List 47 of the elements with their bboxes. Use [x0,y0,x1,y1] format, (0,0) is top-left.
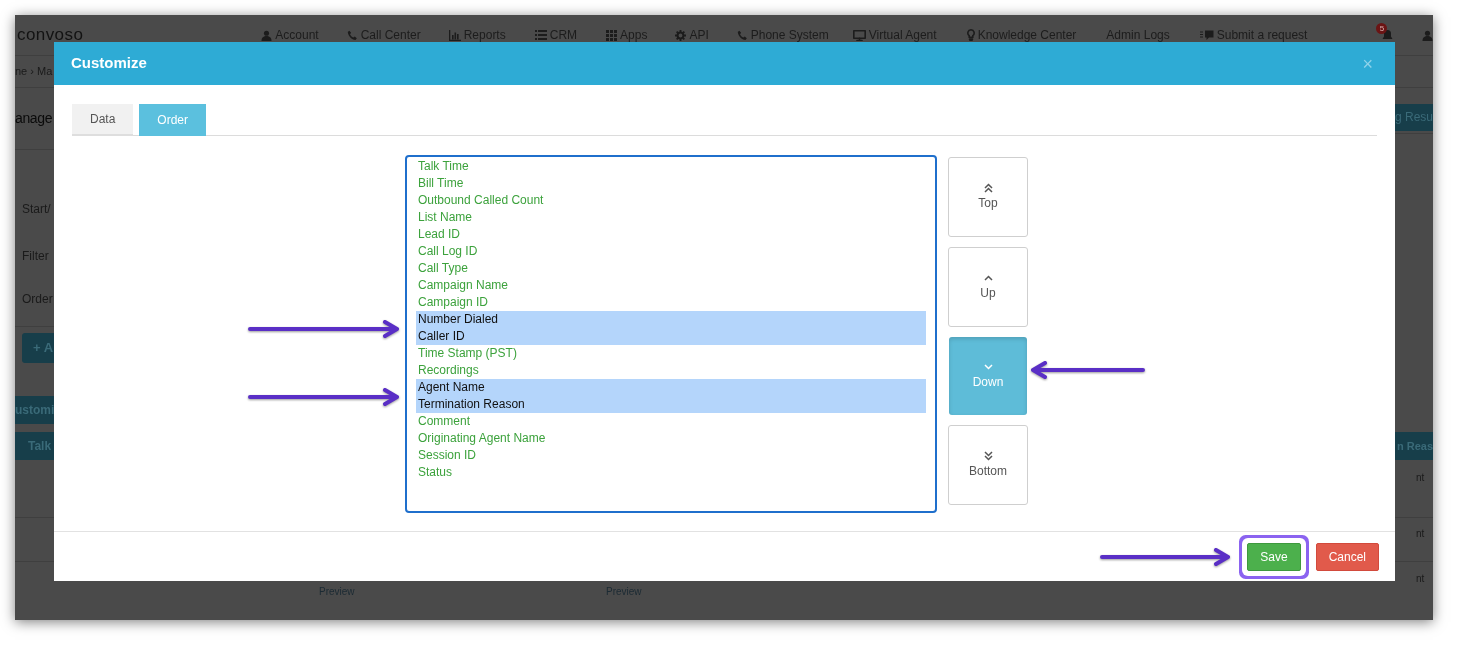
chat-icon [1199,29,1214,41]
list-option[interactable]: List Name [416,209,926,226]
list-option[interactable]: Session ID [416,447,926,464]
double-chevron-down-icon [983,450,993,461]
list-option[interactable]: Talk Time [416,158,926,175]
move-up-button[interactable]: Up [948,247,1028,327]
lightbulb-icon [966,29,975,41]
chevron-down-icon [983,361,993,372]
column-listbox[interactable] [405,155,937,513]
chevron-up-icon [983,272,993,283]
double-chevron-up-icon [983,182,993,193]
cancel-button[interactable]: Cancel [1315,542,1379,571]
list-option[interactable]: Call Log ID [416,243,926,260]
page-heading: anage [15,109,53,128]
move-down-button[interactable]: Down [949,337,1027,415]
phone-icon [346,29,358,41]
phone-icon [736,29,748,41]
user-icon [261,29,273,41]
logo[interactable]: convoso [17,22,84,48]
list-option[interactable]: Termination Reason [416,396,926,413]
tab[interactable]: Data [72,104,134,136]
list-option[interactable]: Lead ID [416,226,926,243]
user-icon[interactable] [1422,29,1433,41]
notification-badge: 5 [1376,23,1388,34]
list-option[interactable]: Campaign Name [416,277,926,294]
monitor-icon [852,29,866,41]
list-option[interactable]: Originating Agent Name [416,430,926,447]
list-option[interactable]: Recordings [416,362,926,379]
list-option[interactable]: Number Dialed [416,311,926,328]
list-option[interactable]: Comment [416,413,926,430]
list-icon [534,30,547,40]
list-option[interactable]: Status [416,464,926,481]
modal-title: Customize [71,53,147,74]
list-option[interactable]: Agent Name [416,379,926,396]
tab[interactable]: Order [139,104,207,136]
grid-icon [606,29,618,41]
list-option[interactable]: Outbound Called Count [416,192,926,209]
bar-chart-icon [448,29,461,41]
list-option[interactable]: Time Stamp (PST) [416,345,926,362]
list-option[interactable]: Bill Time [416,175,926,192]
move-top-button[interactable]: Top [948,157,1028,237]
move-bottom-button[interactable]: Bottom [948,425,1028,505]
bell-icon[interactable] [1382,29,1394,42]
gear-icon [675,29,687,41]
list-option[interactable]: Call Type [416,260,926,277]
list-option[interactable]: Caller ID [416,328,926,345]
list-option[interactable]: Campaign ID [416,294,926,311]
